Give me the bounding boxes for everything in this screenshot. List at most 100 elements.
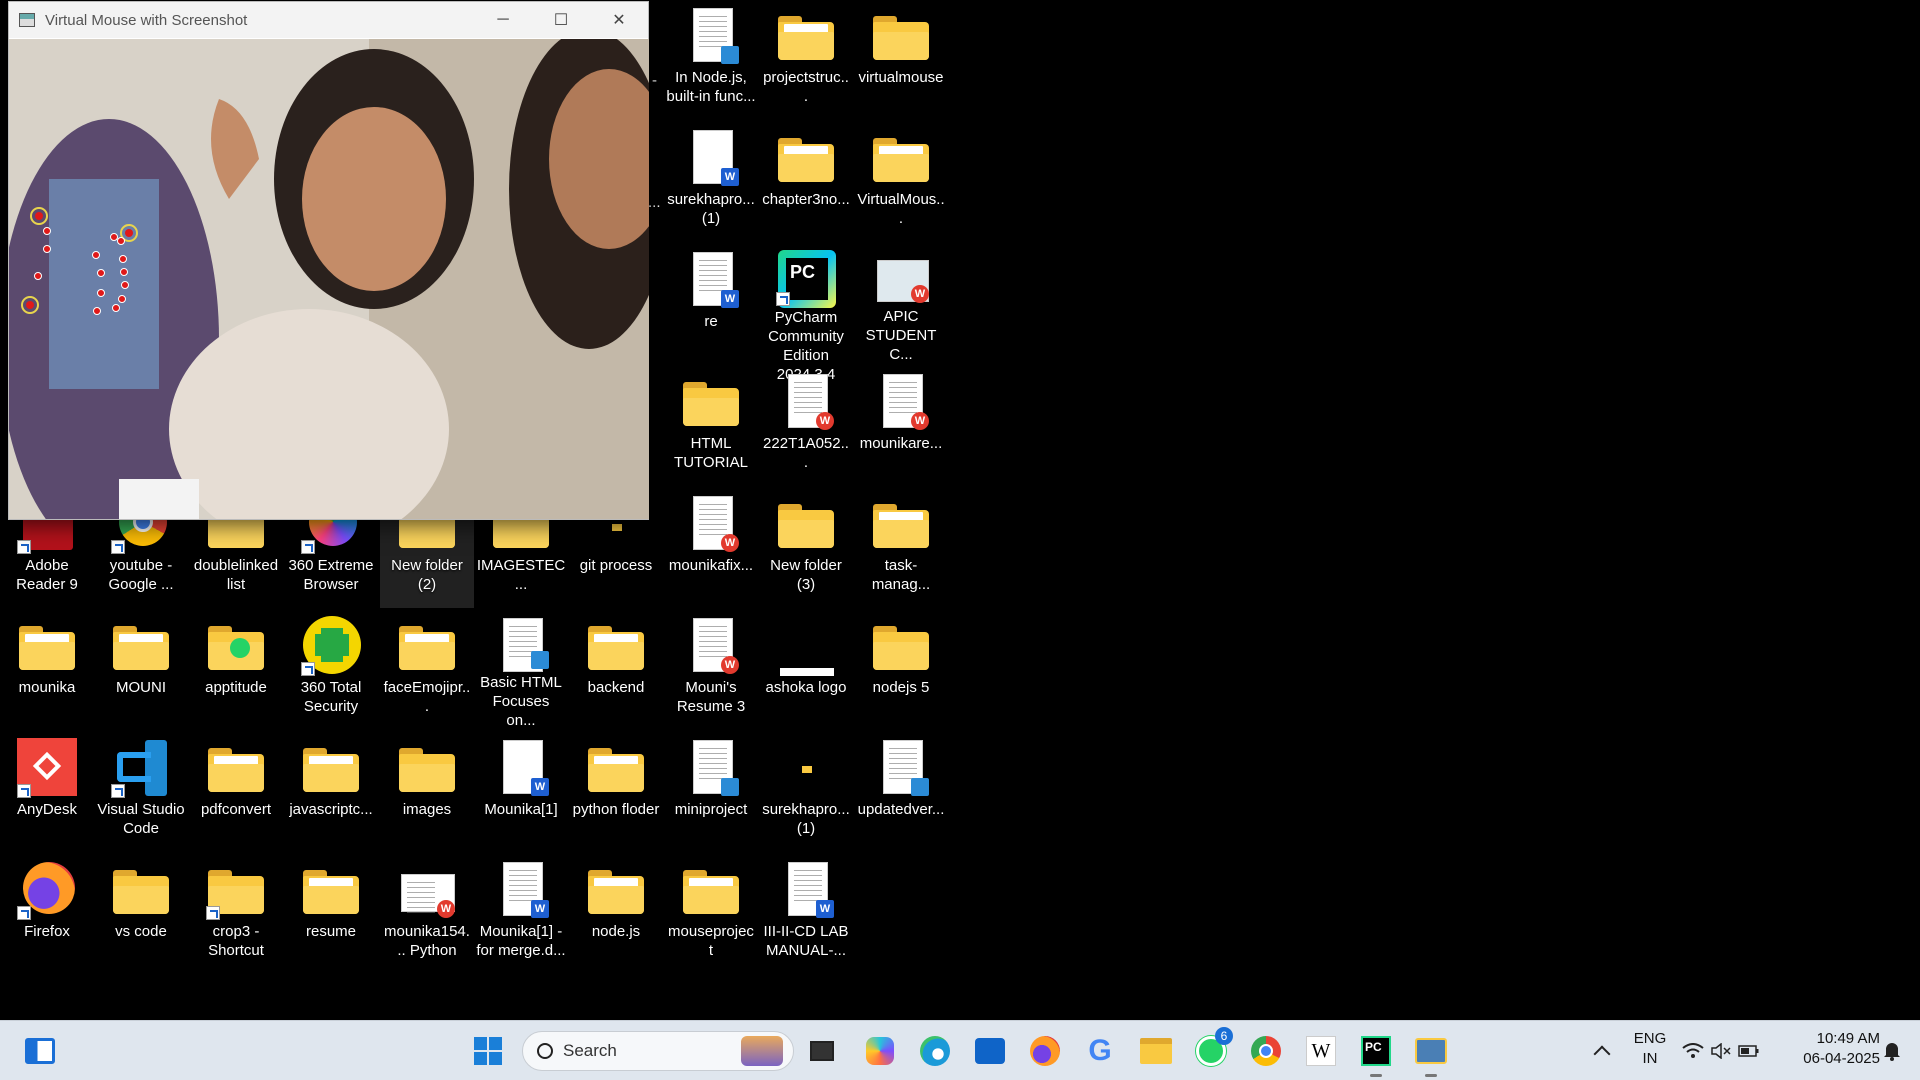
firefox-taskbar-button[interactable] xyxy=(1025,1031,1065,1071)
python-app-button[interactable] xyxy=(1411,1031,1451,1077)
desktop-icon-mouni[interactable]: MOUNI xyxy=(94,610,188,730)
desktop-icon-label: mounikare... xyxy=(859,435,943,452)
chrome-button[interactable] xyxy=(1246,1031,1286,1071)
hidden-icon-label-fragment: ... xyxy=(648,194,661,211)
desktop-icon-222t1a052[interactable]: W 222T1A052... xyxy=(759,366,853,486)
desktop-icon-pdfconvert[interactable]: pdfconvert xyxy=(189,732,283,852)
folder-icon xyxy=(584,736,648,800)
search-icon xyxy=(537,1043,553,1059)
desktop-icon-basic-html[interactable]: Basic HTML Focuses on... xyxy=(474,610,568,730)
desktop-icon-anydesk[interactable]: AnyDesk xyxy=(0,732,94,852)
desktop-icon-label: Visual Studio Code xyxy=(97,801,185,837)
desktop-icon-projectstruc[interactable]: projectstruc... xyxy=(759,0,853,120)
desktop-icon-virtualmous[interactable]: VirtualMous... xyxy=(854,122,948,242)
desktop-icon-mounika1-merge[interactable]: W Mounika[1] - for merge.d... xyxy=(474,854,568,974)
firefox-icon xyxy=(15,858,79,922)
wps-document-icon: W xyxy=(869,370,933,434)
window-titlebar[interactable]: Virtual Mouse with Screenshot ─ ☐ ✕ xyxy=(9,2,648,38)
show-hidden-icons-button[interactable] xyxy=(1582,1031,1622,1071)
file-explorer-button[interactable] xyxy=(1136,1031,1176,1071)
desktop-icon-backend[interactable]: backend xyxy=(569,610,663,730)
desktop-icon-nodejs-5[interactable]: nodejs 5 xyxy=(854,610,948,730)
desktop-icon-mounikafix[interactable]: W mounikafix... xyxy=(664,488,758,608)
desktop-icon-task-manag[interactable]: task-manag... xyxy=(854,488,948,608)
desktop-icon-virtualmouse[interactable]: virtualmouse xyxy=(854,0,948,120)
desktop-icon-mounika154[interactable]: W mounika154... Python xyxy=(380,854,474,974)
desktop-icon-mounis-resume[interactable]: W Mouni's Resume 3 xyxy=(664,610,758,730)
desktop-icon-label: doublelinked list xyxy=(193,557,279,593)
desktop-icon-label: Adobe Reader 9 xyxy=(16,557,78,593)
desktop-icon-images[interactable]: images xyxy=(380,732,474,852)
wifi-icon xyxy=(1682,1043,1704,1058)
desktop-icon-360-total-security[interactable]: 360 Total Security xyxy=(284,610,378,730)
notifications-button[interactable] xyxy=(1872,1031,1912,1071)
desktop-icon-surekhapro-folder[interactable]: surekhapro... (1) xyxy=(759,732,853,852)
python-window-icon xyxy=(1415,1038,1447,1064)
desktop-icon-apic[interactable]: W APIC STUDENT C... xyxy=(854,244,948,364)
webcam-feed xyxy=(9,39,649,519)
taskbar-search-box[interactable]: Search xyxy=(522,1031,794,1071)
desktop-icon-re[interactable]: W re xyxy=(664,244,758,364)
desktop-icon-resume[interactable]: resume xyxy=(284,854,378,974)
desktop-icon-label: faceEmojipr... xyxy=(383,679,471,715)
desktop-icon-label: re xyxy=(704,313,718,330)
pycharm-taskbar-button[interactable]: PC xyxy=(1356,1031,1396,1077)
folder-icon xyxy=(584,614,648,678)
desktop-icon-python-floder[interactable]: python floder xyxy=(569,732,663,852)
widgets-button[interactable] xyxy=(20,1031,60,1071)
desktop-icon-new-folder-3[interactable]: New folder (3) xyxy=(759,488,853,608)
outlook-button[interactable] xyxy=(970,1031,1010,1071)
desktop-icon-label: III-II-CD LAB MANUAL-... xyxy=(763,923,849,959)
whatsapp-button[interactable]: 6 xyxy=(1191,1027,1233,1071)
desktop-icon-cd-lab-manual[interactable]: W III-II-CD LAB MANUAL-... xyxy=(759,854,853,974)
language-indicator[interactable]: ENG IN xyxy=(1628,1029,1672,1069)
wps-document-icon: W xyxy=(679,492,743,556)
desktop-icon-javascriptc[interactable]: javascriptc... xyxy=(284,732,378,852)
hand-landmark-thumb-tip xyxy=(30,207,48,225)
desktop-icon-faceemojipr[interactable]: faceEmojipr... xyxy=(380,610,474,730)
clock-time: 10:49 AM xyxy=(1816,1030,1880,1047)
desktop-icon-apptitude[interactable]: apptitude xyxy=(189,610,283,730)
desktop-icon-label: Basic HTML Focuses on... xyxy=(480,674,562,729)
start-button[interactable] xyxy=(468,1031,508,1071)
task-view-button[interactable] xyxy=(802,1031,842,1071)
copilot-button[interactable] xyxy=(860,1031,900,1071)
desktop-icon-mounikare[interactable]: W mounikare... xyxy=(854,366,948,486)
desktop-icon-mounika1[interactable]: W Mounika[1] xyxy=(474,732,568,852)
desktop-icon-mounika[interactable]: mounika xyxy=(0,610,94,730)
desktop-icon-miniproject[interactable]: miniproject xyxy=(664,732,758,852)
maximize-button[interactable]: ☐ xyxy=(532,2,590,38)
desktop-icon-updatedver[interactable]: updatedver... xyxy=(854,732,948,852)
google-button[interactable]: G xyxy=(1080,1031,1120,1071)
edge-icon xyxy=(920,1036,950,1066)
minimize-button[interactable]: ─ xyxy=(474,2,532,38)
desktop-icon-label: projectstruc... xyxy=(763,69,849,105)
desktop-icon-surekhapro[interactable]: W surekhapro... (1) xyxy=(664,122,758,242)
desktop-icon-crop3-shortcut[interactable]: crop3 - Shortcut xyxy=(189,854,283,974)
close-button[interactable]: ✕ xyxy=(590,2,648,38)
hand-landmark-point xyxy=(34,272,42,280)
folder-icon xyxy=(395,736,459,800)
desktop-icon-ashoka-logo[interactable]: ashoka logo xyxy=(759,610,853,730)
desktop-icon-vs-code-folder[interactable]: vs code xyxy=(94,854,188,974)
image-icon xyxy=(774,614,838,678)
hand-landmark-point xyxy=(92,251,100,259)
quick-settings-button[interactable] xyxy=(1676,1031,1766,1071)
virtual-mouse-window[interactable]: Virtual Mouse with Screenshot ─ ☐ ✕ xyxy=(8,1,649,520)
desktop-icon-html-tutorial[interactable]: HTML TUTORIAL xyxy=(664,366,758,486)
clock[interactable]: 10:49 AM 06-04-2025 xyxy=(1780,1029,1880,1069)
desktop-icon-node-doc[interactable]: In Node.js, built-in func... xyxy=(664,0,758,120)
desktop-icon-mouseproject[interactable]: mouseproject xyxy=(664,854,758,974)
edge-button[interactable] xyxy=(915,1031,955,1071)
folder-icon xyxy=(679,858,743,922)
hidden-icon-label-fragment: - xyxy=(652,72,657,89)
document-icon xyxy=(489,614,553,673)
desktop-icon-vscode[interactable]: Visual Studio Code xyxy=(94,732,188,852)
desktop-icon-label: HTML TUTORIAL xyxy=(674,435,748,471)
desktop-icon-firefox[interactable]: Firefox xyxy=(0,854,94,974)
wikipedia-button[interactable]: W xyxy=(1301,1031,1341,1071)
desktop-icon-chapter3no[interactable]: chapter3no... xyxy=(759,122,853,242)
desktop-icon-nodejs[interactable]: node.js xyxy=(569,854,663,974)
desktop-icon-pycharm[interactable]: PC PyCharm Community Edition 2024.3.4 xyxy=(759,244,853,384)
search-placeholder: Search xyxy=(563,1041,617,1060)
